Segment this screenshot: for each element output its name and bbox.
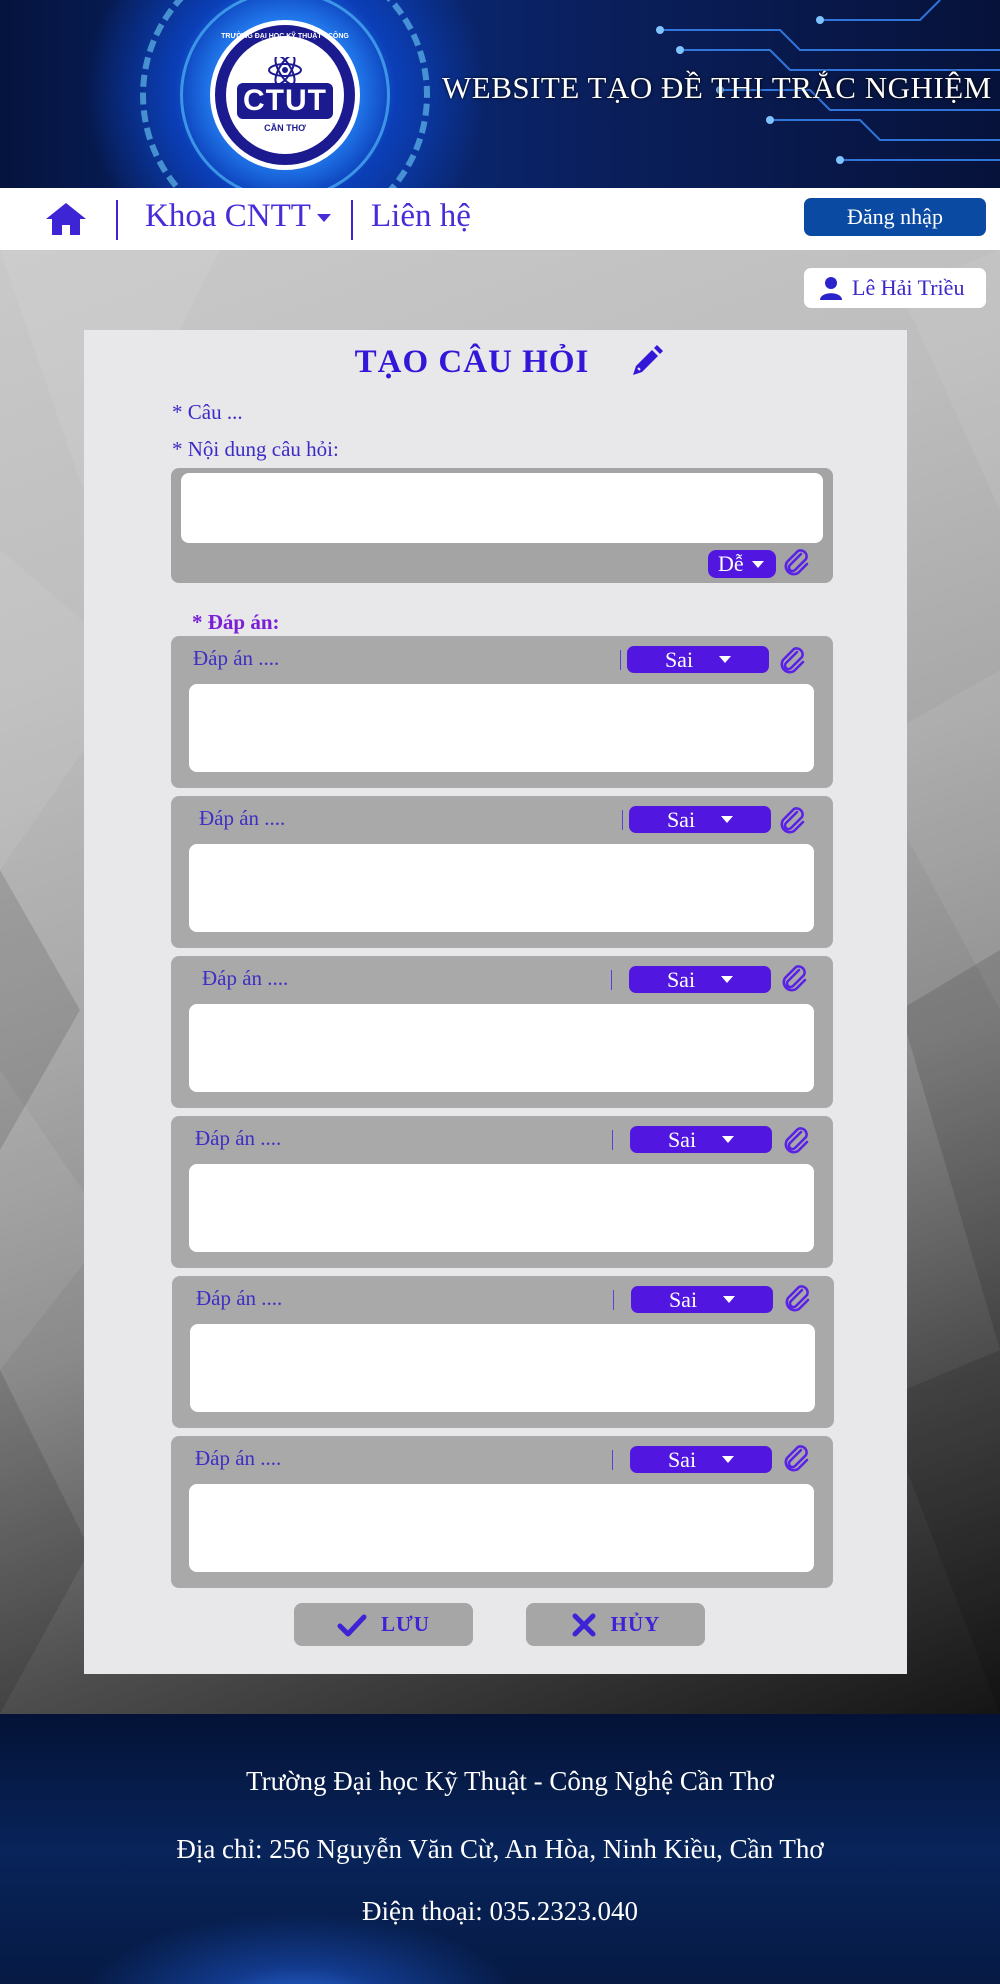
answers-heading: * Đáp án:	[192, 610, 280, 634]
answer-divider	[612, 1130, 613, 1150]
answer-block: Đáp án .... Sai	[171, 1116, 833, 1268]
answer-label: Đáp án ....	[195, 1126, 282, 1150]
logo-city: CẦN THƠ	[264, 123, 306, 133]
paperclip-icon[interactable]	[777, 804, 807, 834]
answer-block: Đáp án .... Sai	[171, 796, 833, 948]
footer-school-name: Trường Đại học Kỹ Thuật - Công Nghệ Cần …	[246, 1766, 774, 1796]
chevron-down-icon	[722, 1136, 735, 1143]
user-icon	[820, 277, 842, 300]
answer-correctness-value: Sai	[664, 646, 694, 672]
nav-department-dropdown[interactable]: Khoa CNTT	[145, 198, 331, 235]
answer-correctness-select[interactable]: Sai	[629, 966, 771, 993]
answer-correctness-value: Sai	[666, 806, 696, 832]
footer-phone: Điện thoại: 035.2323.040	[362, 1896, 638, 1926]
logo-ring-text: TRƯỜNG ĐẠI HỌC KỸ THUẬT - CÔNG NGHỆ	[221, 33, 349, 47]
answer-divider	[622, 810, 623, 830]
answer-block: Đáp án .... Sai	[171, 636, 833, 788]
school-logo: TRƯỜNG ĐẠI HỌC KỸ THUẬT - CÔNG NGHỆ CTUT…	[210, 20, 360, 170]
answer-correctness-value: Sai	[667, 1446, 697, 1472]
question-number-label: * Câu ...	[172, 400, 243, 424]
question-content-input[interactable]	[181, 473, 823, 543]
paperclip-icon[interactable]	[781, 1124, 811, 1154]
answer-correctness-select[interactable]: Sai	[630, 1126, 772, 1153]
answer-input[interactable]	[189, 844, 814, 932]
save-button[interactable]: LƯU	[294, 1603, 473, 1646]
home-icon[interactable]	[44, 201, 88, 237]
page-title: TẠO CÂU HỎI	[354, 344, 590, 380]
answer-block: Đáp án .... Sai	[171, 1436, 833, 1588]
header-banner: TRƯỜNG ĐẠI HỌC KỸ THUẬT - CÔNG NGHỆ CTUT…	[0, 0, 1000, 188]
answer-input[interactable]	[189, 1164, 814, 1252]
answer-correctness-value: Sai	[666, 966, 696, 992]
nav-divider	[351, 200, 353, 240]
cancel-label: HỦY	[610, 1612, 661, 1636]
nav-divider	[116, 200, 118, 240]
paperclip-icon[interactable]	[779, 962, 809, 992]
answer-label: Đáp án ....	[199, 806, 286, 830]
paperclip-icon[interactable]	[781, 546, 811, 576]
answer-divider	[611, 970, 612, 990]
paperclip-icon[interactable]	[782, 1282, 812, 1312]
footer-address: Địa chỉ: 256 Nguyễn Văn Cừ, An Hòa, Ninh…	[176, 1834, 824, 1864]
close-icon	[572, 1613, 596, 1636]
question-content-label: * Nội dung câu hỏi:	[172, 437, 339, 461]
answer-divider	[612, 1450, 613, 1470]
chevron-down-icon	[316, 214, 331, 223]
chevron-down-icon	[723, 1296, 736, 1303]
pencil-icon[interactable]	[628, 344, 664, 380]
answer-input[interactable]	[189, 1484, 814, 1572]
answer-input[interactable]	[190, 1324, 815, 1412]
answer-correctness-select[interactable]: Sai	[631, 1286, 773, 1313]
answer-block: Đáp án .... Sai	[172, 1276, 834, 1428]
answer-correctness-value: Sai	[668, 1286, 698, 1312]
answer-correctness-value: Sai	[667, 1126, 697, 1152]
answer-block: Đáp án .... Sai	[171, 956, 833, 1108]
paperclip-icon[interactable]	[781, 1442, 811, 1472]
chevron-down-icon	[719, 656, 732, 663]
difficulty-value: Dễ	[718, 551, 744, 576]
current-user-name: Lê Hải Triều	[852, 275, 965, 300]
paperclip-icon[interactable]	[777, 644, 807, 674]
atom-icon	[268, 57, 302, 83]
chevron-down-icon	[751, 560, 764, 568]
answer-input[interactable]	[189, 1004, 814, 1092]
chevron-down-icon	[721, 816, 734, 823]
footer: Trường Đại học Kỹ Thuật - Công Nghệ Cần …	[0, 1714, 1000, 1984]
chevron-down-icon	[722, 1456, 735, 1463]
answer-correctness-select[interactable]: Sai	[630, 1446, 772, 1473]
answer-divider	[620, 650, 621, 670]
login-button[interactable]: Đăng nhập	[804, 198, 986, 236]
top-navbar: Khoa CNTT Liên hệ Đăng nhập	[0, 188, 1000, 250]
answer-correctness-select[interactable]: Sai	[627, 646, 769, 673]
site-title: WEBSITE TẠO ĐỀ THI TRẮC NGHIỆM	[442, 70, 992, 105]
difficulty-select[interactable]: Dễ	[708, 550, 776, 578]
answer-label: Đáp án ....	[195, 1446, 282, 1470]
answer-label: Đáp án ....	[202, 966, 289, 990]
answer-divider	[613, 1290, 614, 1310]
answer-correctness-select[interactable]: Sai	[629, 806, 771, 833]
nav-contact-link[interactable]: Liên hệ	[371, 198, 471, 235]
answer-label: Đáp án ....	[193, 646, 280, 670]
logo-abbr: CTUT	[237, 83, 333, 119]
current-user-chip[interactable]: Lê Hải Triều	[804, 268, 986, 308]
cancel-button[interactable]: HỦY	[526, 1603, 705, 1646]
chevron-down-icon	[721, 976, 734, 983]
answer-label: Đáp án ....	[196, 1286, 283, 1310]
nav-department-label: Khoa CNTT	[145, 198, 311, 234]
checkmark-icon	[337, 1614, 367, 1636]
save-label: LƯU	[381, 1612, 430, 1636]
answer-input[interactable]	[189, 684, 814, 772]
